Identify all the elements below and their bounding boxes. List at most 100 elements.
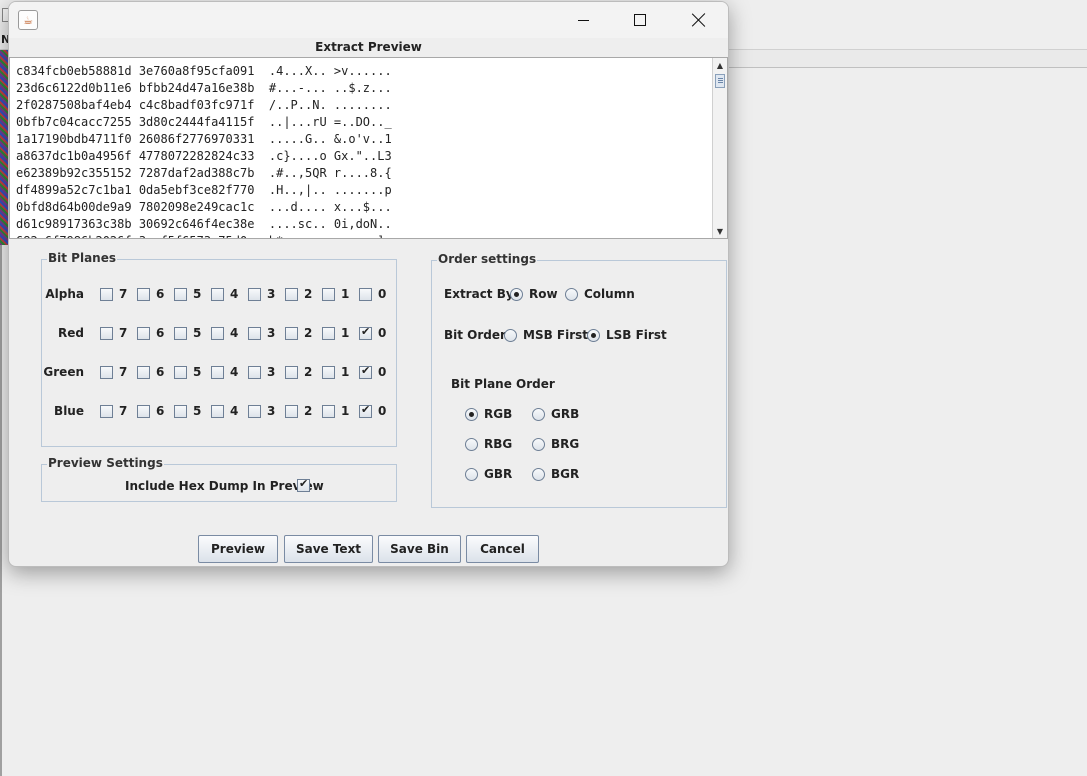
bit-checkbox[interactable] <box>322 326 335 340</box>
bit-checkbox[interactable] <box>285 287 298 301</box>
bit-checkbox-item[interactable]: 5 <box>174 326 201 340</box>
radio-button[interactable] <box>532 467 545 481</box>
bit-checkbox-item[interactable]: 7 <box>100 404 127 418</box>
bit-checkbox[interactable] <box>174 326 187 340</box>
scrollbar-thumb[interactable] <box>715 74 725 88</box>
extract-by-row-radio[interactable]: Row <box>510 287 558 301</box>
radio-button[interactable] <box>465 407 478 421</box>
radio-button[interactable] <box>465 467 478 481</box>
bit-checkbox[interactable] <box>322 365 335 379</box>
bit-checkbox[interactable] <box>285 404 298 418</box>
bit-checkbox[interactable] <box>100 365 113 379</box>
preview-button[interactable]: Preview <box>198 535 278 563</box>
bit-checkbox[interactable] <box>174 287 187 301</box>
bit-checkbox-item[interactable]: 2 <box>285 326 312 340</box>
bit-checkbox-item[interactable]: 3 <box>248 326 275 340</box>
bit-checkbox-item[interactable]: 1 <box>322 326 349 340</box>
bit-checkbox[interactable] <box>137 287 150 301</box>
bit-checkbox-item[interactable]: 1 <box>322 365 349 379</box>
radio-button[interactable] <box>565 287 578 301</box>
maximize-button[interactable] <box>611 2 669 38</box>
bit-checkbox-item[interactable]: 5 <box>174 287 201 301</box>
bit-plane-order-grb-radio[interactable]: GRB <box>532 407 579 421</box>
bit-checkbox-item[interactable]: 4 <box>211 287 238 301</box>
bit-checkbox[interactable] <box>137 326 150 340</box>
bit-checkbox-item[interactable]: 6 <box>137 287 164 301</box>
bit-plane-order-brg-radio[interactable]: BRG <box>532 437 579 451</box>
bit-checkbox[interactable] <box>100 326 113 340</box>
bit-checkbox[interactable] <box>285 365 298 379</box>
bit-checkbox[interactable] <box>174 404 187 418</box>
radio-button[interactable] <box>587 328 600 342</box>
radio-button[interactable] <box>465 437 478 451</box>
bit-checkbox-item[interactable]: 3 <box>248 404 275 418</box>
bit-checkbox-item[interactable]: 6 <box>137 326 164 340</box>
bit-plane-order-rbg-radio[interactable]: RBG <box>465 437 512 451</box>
bit-checkbox-item[interactable]: 6 <box>137 404 164 418</box>
bit-checkbox-item[interactable]: 0 <box>359 403 386 418</box>
bit-checkbox[interactable] <box>285 326 298 340</box>
radio-button[interactable] <box>532 437 545 451</box>
vertical-scrollbar[interactable]: ▲ ▼ <box>712 58 727 238</box>
bit-checkbox[interactable] <box>211 365 224 379</box>
bit-checkbox[interactable] <box>248 287 261 301</box>
save-bin-button[interactable]: Save Bin <box>378 535 461 563</box>
bit-checkbox-item[interactable]: 3 <box>248 365 275 379</box>
bit-checkbox[interactable] <box>322 287 335 301</box>
bit-order-lsb-radio[interactable]: LSB First <box>587 328 667 342</box>
include-hex-dump-checkbox[interactable] <box>297 477 310 492</box>
bit-order-msb-radio[interactable]: MSB First <box>504 328 588 342</box>
radio-button[interactable] <box>510 287 523 301</box>
scroll-down-arrow-icon[interactable]: ▼ <box>713 224 727 238</box>
extract-by-column-radio[interactable]: Column <box>565 287 635 301</box>
bit-checkbox-item[interactable]: 3 <box>248 287 275 301</box>
bit-checkbox-item[interactable]: 0 <box>359 325 386 340</box>
bit-checkbox[interactable] <box>211 287 224 301</box>
minimize-button[interactable] <box>554 2 612 38</box>
bit-plane-order-rgb-radio[interactable]: RGB <box>465 407 512 421</box>
cancel-button[interactable]: Cancel <box>466 535 539 563</box>
save-text-button[interactable]: Save Text <box>284 535 373 563</box>
bit-checkbox[interactable] <box>137 404 150 418</box>
close-button[interactable] <box>670 2 728 38</box>
bit-checkbox-item[interactable]: 7 <box>100 365 127 379</box>
bit-checkbox-item[interactable]: 5 <box>174 365 201 379</box>
bit-checkbox-item[interactable]: 0 <box>359 364 386 379</box>
bit-checkbox[interactable] <box>211 326 224 340</box>
bit-checkbox[interactable] <box>359 287 372 301</box>
scroll-up-arrow-icon[interactable]: ▲ <box>713 58 727 72</box>
bit-checkbox[interactable] <box>174 365 187 379</box>
bit-checkbox-item[interactable]: 2 <box>285 287 312 301</box>
bit-checkbox-item[interactable]: 7 <box>100 326 127 340</box>
bit-checkbox[interactable] <box>137 365 150 379</box>
bit-checkbox-item[interactable]: 0 <box>359 287 386 301</box>
bit-checkbox[interactable] <box>322 404 335 418</box>
bit-checkbox[interactable] <box>359 364 372 379</box>
bit-checkbox[interactable] <box>211 404 224 418</box>
bit-checkbox-item[interactable]: 1 <box>322 404 349 418</box>
bit-checkbox-item[interactable]: 2 <box>285 365 312 379</box>
bit-checkbox[interactable] <box>248 326 261 340</box>
bit-checkbox-item[interactable]: 4 <box>211 326 238 340</box>
hex-preview-textarea[interactable]: c834fcb0eb58881d 3e760a8f95cfa091 .4...X… <box>9 57 728 239</box>
radio-label: LSB First <box>606 328 667 342</box>
bit-checkbox[interactable] <box>100 287 113 301</box>
java-cup-icon[interactable]: ☕ <box>18 10 38 30</box>
bit-checkbox[interactable] <box>359 403 372 418</box>
bit-plane-order-bgr-radio[interactable]: BGR <box>532 467 579 481</box>
bit-checkbox-item[interactable]: 4 <box>211 404 238 418</box>
bit-plane-order-gbr-radio[interactable]: GBR <box>465 467 512 481</box>
bit-checkbox-item[interactable]: 1 <box>322 287 349 301</box>
bit-checkbox-item[interactable]: 2 <box>285 404 312 418</box>
bit-checkbox-item[interactable]: 6 <box>137 365 164 379</box>
bit-checkbox-item[interactable]: 5 <box>174 404 201 418</box>
bit-checkbox[interactable] <box>248 404 261 418</box>
radio-button[interactable] <box>504 328 517 342</box>
bit-checkbox-item[interactable]: 4 <box>211 365 238 379</box>
bit-checkbox[interactable] <box>359 325 372 340</box>
bit-checkbox[interactable] <box>100 404 113 418</box>
radio-button[interactable] <box>532 407 545 421</box>
title-bar[interactable]: ☕ <box>9 2 728 38</box>
bit-checkbox[interactable] <box>248 365 261 379</box>
bit-checkbox-item[interactable]: 7 <box>100 287 127 301</box>
